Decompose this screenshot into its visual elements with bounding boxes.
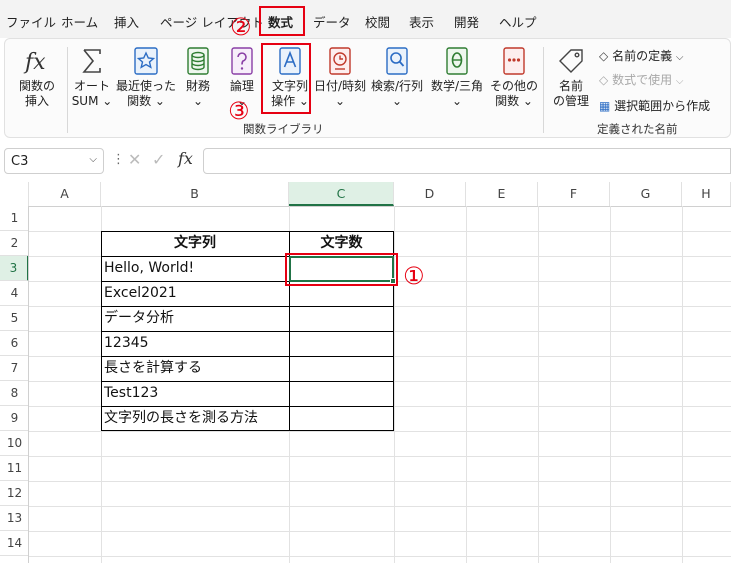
formula-bar: C3 ⌵ ⋮ ✕ ✓ fx	[0, 146, 731, 176]
star-icon	[134, 47, 158, 75]
cell-b3[interactable]: Hello, World!	[101, 256, 194, 281]
ribbon-separator	[543, 47, 544, 133]
column-header-f[interactable]: F	[538, 182, 610, 206]
tab-data[interactable]: データ	[313, 12, 351, 31]
ribbon-tab-bar: ファイル ホーム 挿入 ページ レイアウト 数式 データ 校閲 表示 開発 ヘル…	[0, 0, 731, 38]
column-header-h[interactable]: H	[682, 182, 731, 206]
cell-b4[interactable]: Excel2021	[101, 281, 177, 306]
ribbon-panel: fx 関数の 挿入 オート SUM ⌄ 最近使った 関数 ⌄ 財務 ⌄ 論理 ⌄…	[4, 38, 731, 138]
tab-help[interactable]: ヘルプ	[499, 12, 537, 31]
date-time-button[interactable]: 日付/時刻 ⌄	[313, 45, 367, 109]
question-icon	[231, 47, 253, 75]
use-in-formula-button: ◇ 数式で使用 ⌵	[599, 73, 684, 87]
chevron-down-icon: ⌵	[675, 52, 684, 63]
tab-view[interactable]: 表示	[409, 12, 434, 31]
theta-icon	[446, 47, 468, 75]
row-header[interactable]: 3	[0, 256, 29, 281]
column-header-e[interactable]: E	[466, 182, 538, 206]
annotation-3: ③	[228, 97, 250, 125]
row-header[interactable]: 12	[0, 481, 29, 506]
magnifier-icon	[386, 47, 408, 75]
tag-icon	[559, 49, 583, 73]
formula-input[interactable]	[203, 148, 731, 174]
row-header[interactable]: 10	[0, 431, 29, 456]
tab-home[interactable]: ホーム	[61, 12, 98, 31]
column-header-c[interactable]: C	[289, 182, 394, 206]
cancel-icon[interactable]: ✕	[128, 150, 141, 169]
spreadsheet-grid: A B C D E F G H 1 2 3 4 5 6 7 8 9 10 11 …	[0, 182, 731, 563]
clock-icon	[329, 47, 351, 75]
autosum-button[interactable]: オート SUM ⌄	[69, 45, 115, 109]
column-header-d[interactable]: D	[394, 182, 466, 206]
cell-b8[interactable]: Test123	[101, 381, 158, 406]
chevron-down-icon: ⌵	[675, 76, 684, 87]
row-header[interactable]: 2	[0, 231, 29, 256]
enter-check-icon[interactable]: ✓	[152, 150, 165, 169]
insert-function-fx-icon[interactable]: fx	[178, 149, 193, 168]
row-header[interactable]: 11	[0, 456, 29, 481]
tab-review[interactable]: 校閲	[365, 12, 390, 31]
name-box[interactable]: C3 ⌵	[4, 148, 104, 174]
text-functions-highlight	[261, 43, 311, 114]
formulas-tab-highlight	[259, 6, 305, 36]
row-header[interactable]: 4	[0, 281, 29, 306]
cell-b6[interactable]: 12345	[101, 331, 149, 356]
recently-used-button[interactable]: 最近使った 関数 ⌄	[115, 45, 177, 109]
coins-icon	[187, 47, 209, 75]
function-icon: fx	[23, 50, 46, 75]
row-header[interactable]: 8	[0, 381, 29, 406]
active-cell-highlight	[285, 253, 398, 286]
chevron-down-icon: ⌵	[89, 154, 97, 165]
insert-function-button[interactable]: fx 関数の 挿入	[11, 45, 63, 109]
row-header[interactable]: 7	[0, 356, 29, 381]
table-selection-icon: ▦	[599, 99, 611, 113]
row-header[interactable]: 6	[0, 331, 29, 356]
tag-small-icon: ◇	[599, 49, 609, 63]
tab-file[interactable]: ファイル	[6, 12, 56, 31]
cell-b2-header[interactable]: 文字列	[101, 231, 289, 256]
select-all-corner[interactable]	[0, 182, 29, 206]
tab-insert[interactable]: 挿入	[114, 12, 139, 31]
annotation-2: ②	[230, 13, 252, 41]
define-name-button[interactable]: ◇ 名前の定義 ⌵	[599, 47, 684, 64]
more-functions-button[interactable]: その他の 関数 ⌄	[487, 45, 541, 109]
row-header[interactable]: 5	[0, 306, 29, 331]
ribbon-separator	[67, 47, 68, 133]
math-trig-button[interactable]: 数学/三角 ⌄	[429, 45, 485, 109]
tab-developer[interactable]: 開発	[454, 12, 479, 31]
column-header-b[interactable]: B	[101, 182, 289, 206]
row-header[interactable]: 9	[0, 406, 29, 431]
create-from-selection-button[interactable]: ▦ 選択範囲から作成	[599, 97, 710, 114]
row-header[interactable]: 14	[0, 531, 29, 556]
annotation-1: ①	[403, 262, 425, 290]
svg-text:fx: fx	[23, 50, 46, 75]
row-header[interactable]: 13	[0, 506, 29, 531]
financial-button[interactable]: 財務 ⌄	[179, 45, 217, 109]
cell-b7[interactable]: 長さを計算する	[101, 356, 202, 381]
lookup-reference-button[interactable]: 検索/行列 ⌄	[369, 45, 425, 109]
sigma-icon	[82, 49, 101, 73]
column-header-g[interactable]: G	[610, 182, 682, 206]
column-header-a[interactable]: A	[29, 182, 101, 206]
row-header[interactable]: 1	[0, 206, 29, 231]
name-manager-button[interactable]: 名前 の管理	[547, 45, 595, 109]
function-library-label: 関数ライブラリ	[243, 122, 324, 136]
cell-b9[interactable]: 文字列の長さを測る方法	[101, 406, 258, 431]
tag-small-icon: ◇	[599, 73, 609, 87]
more-dots-icon	[503, 47, 525, 75]
cell-b5[interactable]: データ分析	[101, 306, 174, 331]
more-options-icon[interactable]: ⋮	[112, 152, 125, 167]
defined-names-label: 定義された名前	[597, 122, 678, 136]
